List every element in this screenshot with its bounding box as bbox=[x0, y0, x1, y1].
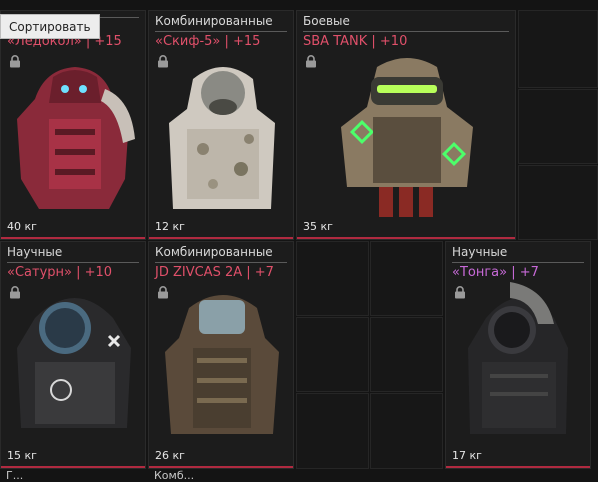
item-category: Комбинированные bbox=[155, 14, 287, 32]
rarity-bar bbox=[446, 466, 590, 468]
inventory-item-skif[interactable]: Комбинированные «Скиф-5» | +15 12 кг bbox=[148, 10, 294, 240]
rarity-bar bbox=[1, 466, 145, 468]
item-category: Научные bbox=[452, 245, 584, 263]
lock-icon bbox=[306, 55, 316, 68]
inventory-item-zivcas[interactable]: Комбинированные JD ZIVCAS 2A | +7 26 кг bbox=[148, 241, 294, 469]
empty-slot[interactable] bbox=[296, 317, 369, 392]
empty-slot[interactable] bbox=[296, 393, 369, 469]
item-category: Научные bbox=[7, 245, 139, 263]
item-category: Комбинированные bbox=[155, 245, 287, 263]
empty-slot[interactable] bbox=[518, 10, 598, 88]
item-weight: 40 кг bbox=[7, 220, 37, 233]
rarity-bar bbox=[149, 237, 293, 239]
item-weight: 17 кг bbox=[452, 449, 482, 462]
inventory-item-ledokol[interactable]: «Ледокол» | +15 40 кг bbox=[0, 10, 146, 240]
sort-tooltip[interactable]: Сортировать bbox=[0, 14, 100, 39]
item-weight: 12 кг bbox=[155, 220, 185, 233]
empty-slot[interactable] bbox=[370, 317, 443, 392]
inventory-item-saturn[interactable]: Научные «Сатурн» | +10 15 кг bbox=[0, 241, 146, 469]
empty-slot[interactable] bbox=[370, 241, 443, 316]
empty-slot[interactable] bbox=[296, 241, 369, 316]
empty-slot[interactable] bbox=[370, 393, 443, 469]
camo-armor-icon bbox=[153, 49, 291, 227]
zivcas-armor-icon bbox=[153, 278, 291, 446]
red-armor-icon bbox=[5, 59, 143, 227]
inventory-item-tonga[interactable]: Научные «Тонга» | +7 17 кг bbox=[445, 241, 591, 469]
rarity-bar bbox=[149, 466, 293, 468]
item-category-partial: Комб... bbox=[154, 469, 195, 482]
inventory-grid: «Ледокол» | +15 40 кг Комбинированные «С… bbox=[0, 0, 598, 482]
empty-slot[interactable] bbox=[518, 165, 598, 240]
item-category-partial: Г... bbox=[6, 469, 24, 482]
rarity-bar bbox=[1, 237, 145, 239]
rarity-bar bbox=[297, 237, 515, 239]
tonga-armor-icon bbox=[450, 278, 588, 446]
inventory-item-sba-tank[interactable]: Боевые SBA TANK | +10 35 кг bbox=[296, 10, 516, 240]
item-weight: 35 кг bbox=[303, 220, 333, 233]
item-name: «Скиф-5» | +15 bbox=[155, 34, 261, 49]
item-weight: 26 кг bbox=[155, 449, 185, 462]
item-weight: 15 кг bbox=[7, 449, 37, 462]
saturn-armor-icon bbox=[5, 278, 143, 446]
tank-armor-icon bbox=[327, 47, 487, 227]
empty-slot[interactable] bbox=[518, 89, 598, 164]
item-category: Боевые bbox=[303, 14, 509, 32]
